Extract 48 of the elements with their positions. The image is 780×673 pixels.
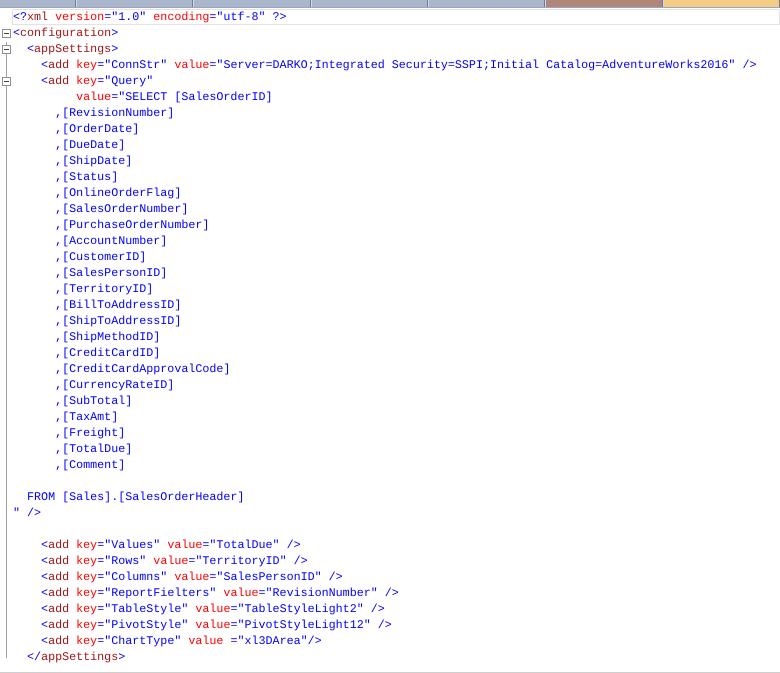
document-tab[interactable] <box>0 0 76 7</box>
document-tab[interactable] <box>428 0 546 7</box>
code-line: <add key="TableStyle" value="TableStyleLight2" /> <box>40 601 386 617</box>
document-tab[interactable] <box>546 0 663 7</box>
document-tab[interactable] <box>194 0 311 7</box>
code-line: ,[Freight] <box>54 425 126 441</box>
code-line: ,[PurchaseOrderNumber] <box>54 217 210 233</box>
code-line: <add key="ConnStr" value="Server=DARKO;Integrated Security=SSPI;Initial Catalog=AdventureWorks2016" /> <box>40 57 758 73</box>
code-line: ,[CreditCardApprovalCode] <box>54 361 232 377</box>
document-tab[interactable] <box>312 0 428 7</box>
code-line: " /> <box>12 505 42 521</box>
code-line: ,[DueDate] <box>54 137 126 153</box>
code-line: ,[CustomerID] <box>54 249 148 265</box>
collapse-icon[interactable] <box>2 28 10 38</box>
code-line: <appSettings> <box>26 41 120 57</box>
code-line: <add key="Columns" value="SalesPersonID" /> <box>40 569 344 585</box>
code-line: ,[TerritoryID] <box>54 281 154 297</box>
code-line: ,[SubTotal] <box>54 393 134 409</box>
code-line: </appSettings> <box>26 649 126 665</box>
document-tab[interactable] <box>77 0 194 7</box>
code-line: ,[Status] <box>54 169 120 185</box>
code-line: ,[SalesPersonID] <box>54 265 168 281</box>
code-line: FROM [Sales].[SalesOrderHeader] <box>26 489 246 505</box>
code-line: ,[SalesOrderNumber] <box>54 201 190 217</box>
code-line: ,[BillToAddressID] <box>54 297 182 313</box>
code-line: ,[ShipDate] <box>54 153 134 169</box>
code-line: ,[ShipMethodID] <box>54 329 162 345</box>
code-line: <add key="Query" <box>40 73 154 89</box>
code-line: ,[TotalDue] <box>54 441 134 457</box>
code-line: ,[Comment] <box>54 457 126 473</box>
code-line: <add key="ChartType" value ="xl3DArea"/> <box>40 633 323 649</box>
code-line: ,[OnlineOrderFlag] <box>54 185 182 201</box>
code-line: <add key="ReportFielters" value="RevisionNumber" /> <box>40 585 400 601</box>
code-line: <add key="PivotStyle" value="PivotStyleLight12" /> <box>40 617 393 633</box>
code-line: ,[CreditCardID] <box>54 345 162 361</box>
collapse-icon[interactable] <box>2 44 10 54</box>
code-line: <configuration> <box>12 25 120 41</box>
code-line: ,[ShipToAddressID] <box>54 313 182 329</box>
document-tab[interactable] <box>664 0 780 7</box>
code-line: <add key="Rows" value="TerritoryID" /> <box>40 553 309 569</box>
code-line: ,[OrderDate] <box>54 121 140 137</box>
collapse-icon[interactable] <box>2 76 10 86</box>
code-line: ,[CurrencyRateID] <box>54 377 176 393</box>
code-line: value="SELECT [SalesOrderID] <box>75 89 274 105</box>
code-line: ,[TaxAmt] <box>54 409 120 425</box>
code-line: <add key="Values" value="TotalDue" /> <box>40 537 302 553</box>
code-line: ,[AccountNumber] <box>54 233 168 249</box>
code-line: ,[RevisionNumber] <box>54 105 176 121</box>
